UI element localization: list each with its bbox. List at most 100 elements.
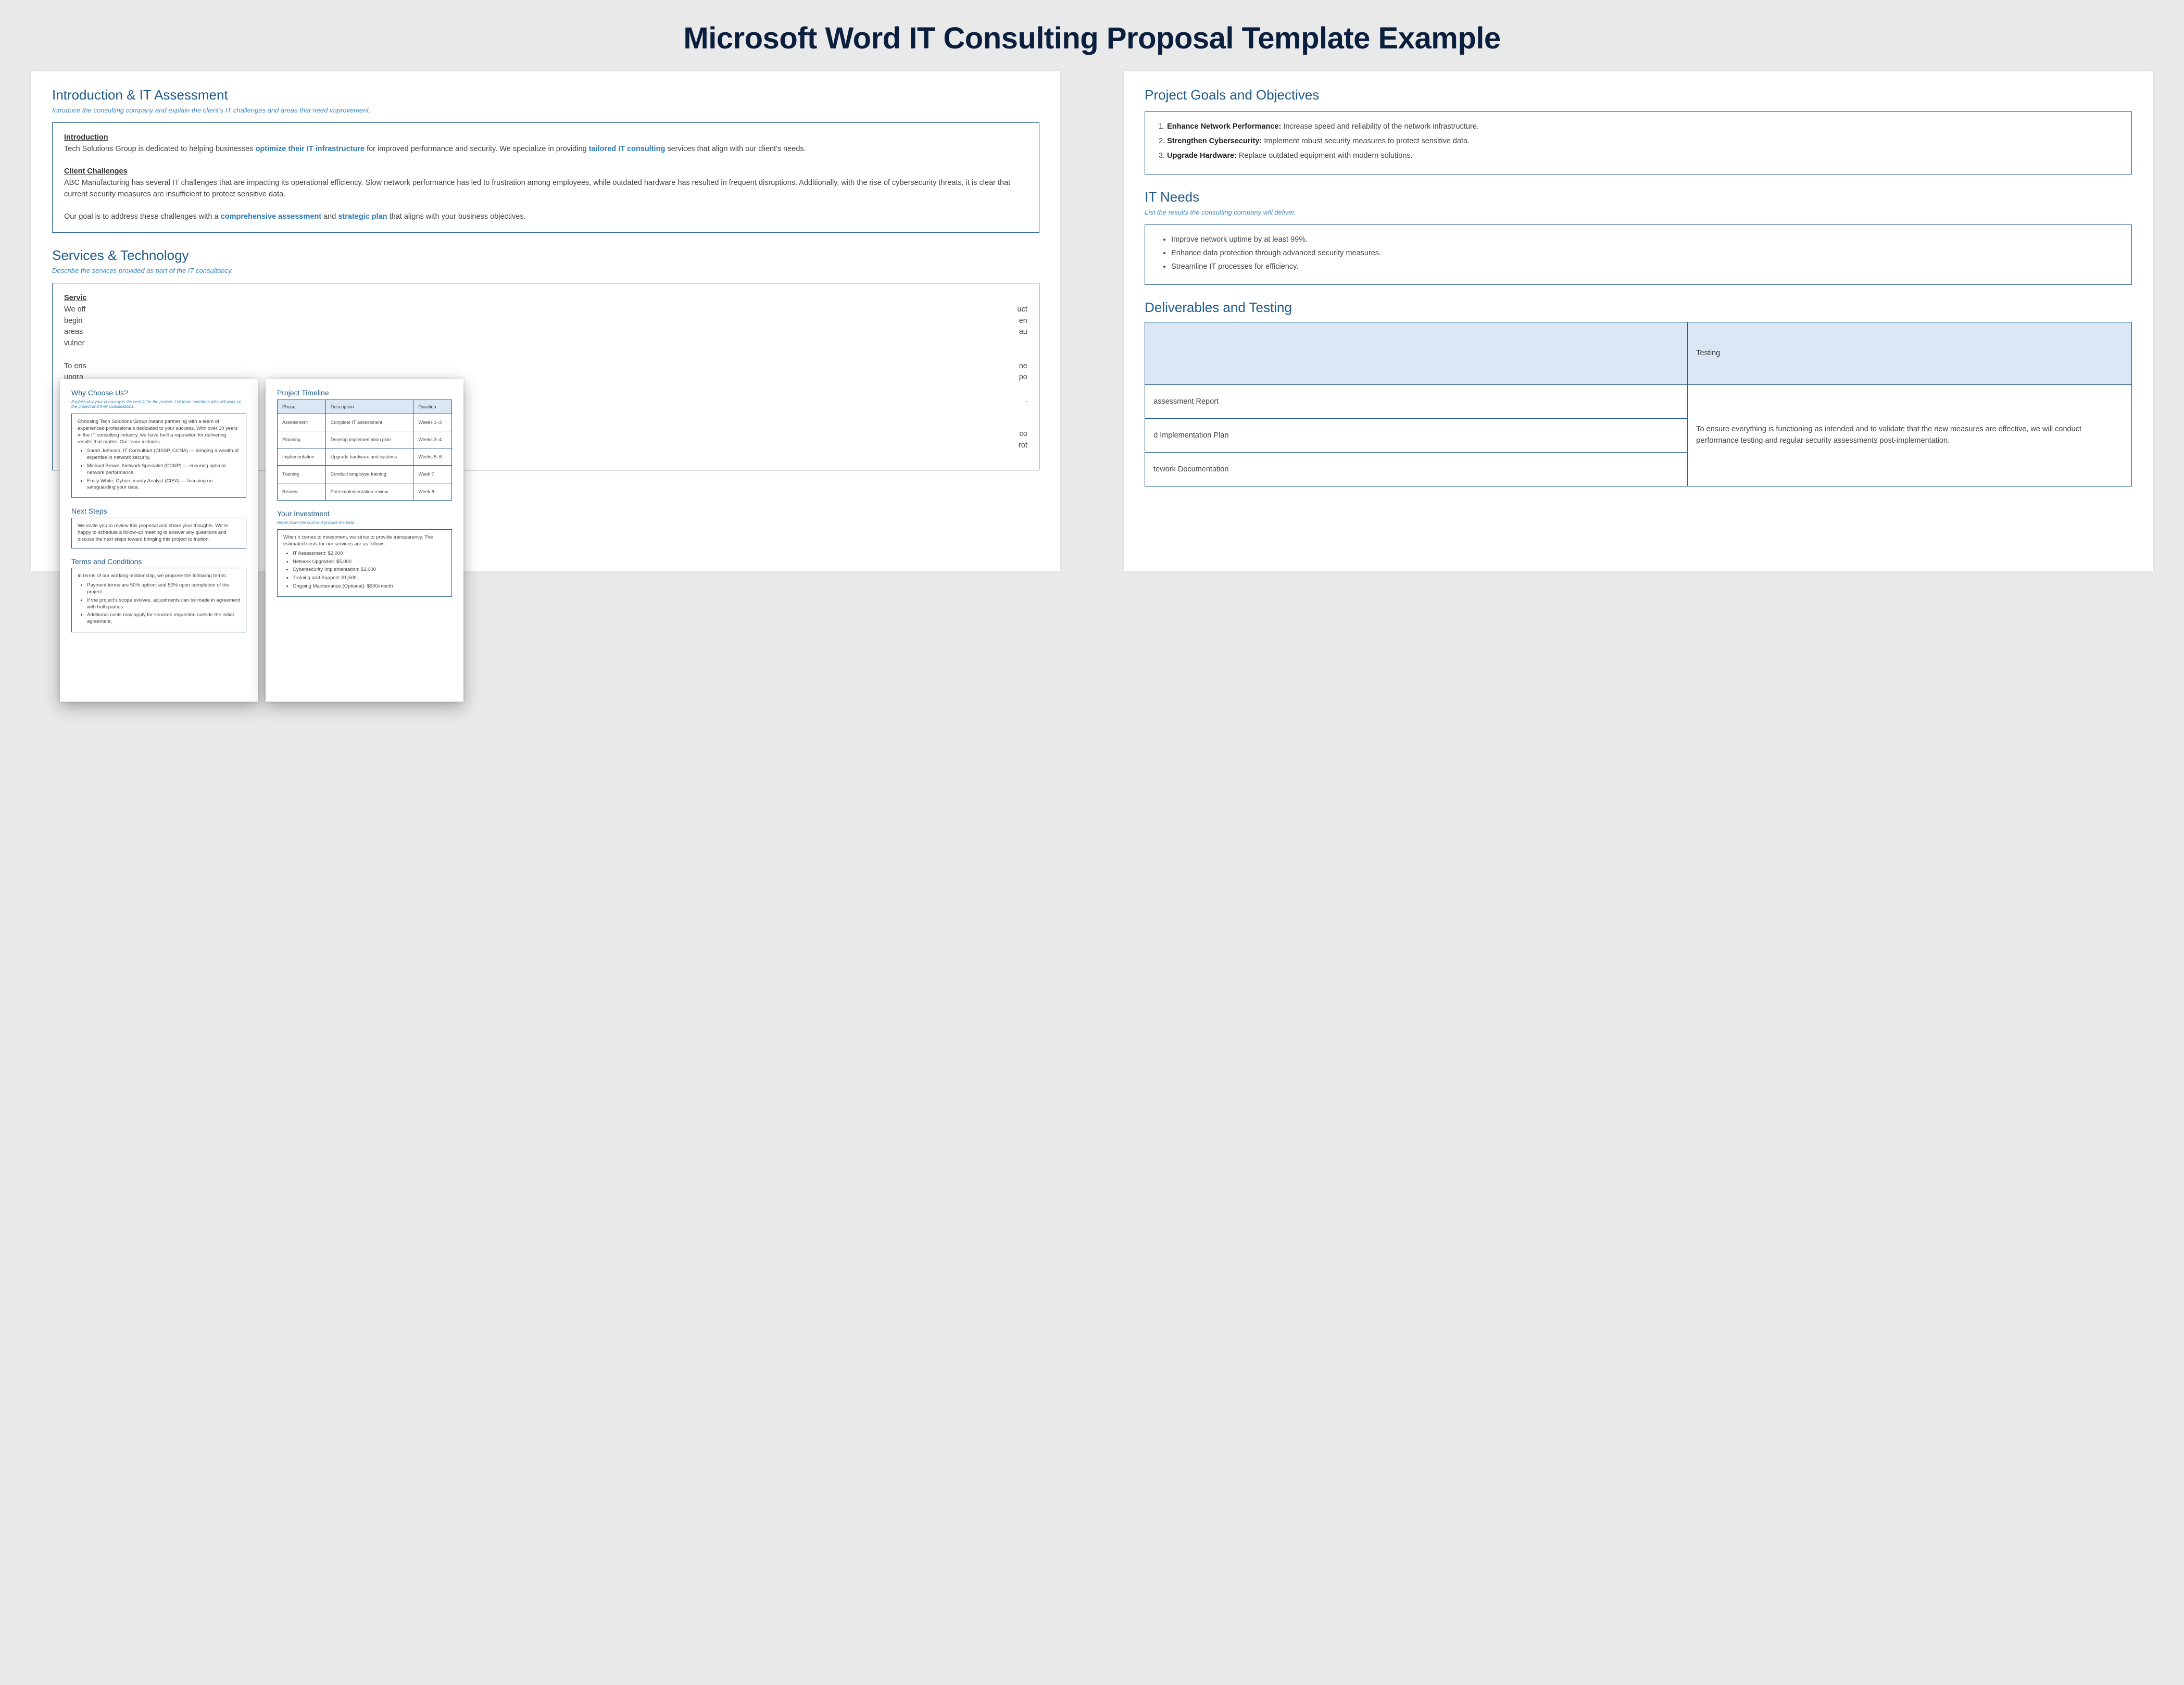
tl-cell: Week 7 (413, 466, 452, 483)
next-heading: Next Steps (71, 506, 246, 516)
terms-heading: Terms and Conditions (71, 557, 246, 567)
frag: uct (1018, 304, 1027, 316)
overlay-page-right: Project Timeline Phase Description Durat… (266, 379, 463, 702)
frag: . (1018, 395, 1027, 406)
t: for improved performance and security. W… (365, 145, 589, 153)
tl-cell: Implementation (278, 448, 326, 466)
terms-intro: In terms of our working relationship, we… (78, 573, 240, 580)
b: Upgrade Hardware: (1167, 152, 1237, 160)
frag: po (1018, 372, 1027, 383)
intro-para: Tech Solutions Group is dedicated to hel… (64, 144, 1027, 155)
investment-list: IT Assessment: $2,000 Network Upgrades: … (283, 551, 446, 590)
challenges-text: ABC Manufacturing has several IT challen… (64, 178, 1027, 201)
frag: en (1018, 316, 1027, 327)
why-heading: Why Choose Us? (71, 388, 246, 398)
t: and (321, 213, 338, 221)
goal-item: Upgrade Hardware: Replace outdated equip… (1167, 151, 2120, 162)
tl-cell: Week 8 (413, 483, 452, 500)
t: that aligns with your business objective… (387, 213, 526, 221)
terms-item: Additional costs may apply for services … (87, 612, 240, 626)
needs-sub: List the results the consulting company … (1145, 208, 2132, 216)
t: Replace outdated equipment with modern s… (1237, 152, 1413, 160)
tl-col: Description (325, 400, 413, 414)
intro-box: Introduction Tech Solutions Group is ded… (52, 122, 1039, 233)
need-item: Improve network uptime by at least 99%. (1171, 234, 2120, 246)
investment-sub: Break down the cost and provide the tota… (277, 520, 452, 526)
tl-cell: Weeks 3–4 (413, 431, 452, 448)
tl-cell: Upgrade hardware and systems (325, 448, 413, 466)
services-sub: Describe the services provided as part o… (52, 267, 1039, 274)
t: Our goal is to address these challenges … (64, 213, 221, 221)
investment-item: Cybersecurity Implementation: $3,000 (293, 567, 446, 573)
b: Enhance Network Performance: (1167, 122, 1281, 131)
deliverables-heading: Deliverables and Testing (1145, 299, 2132, 316)
timeline-heading: Project Timeline (277, 388, 452, 398)
t: Implement robust security measures to pr… (1262, 137, 1470, 145)
tl-cell: Planning (278, 431, 326, 448)
investment-item: Network Upgrades: $5,000 (293, 559, 446, 566)
why-sub: Explain why your company is the best fit… (71, 400, 246, 409)
frag: To ens (64, 361, 87, 372)
frag: We off (64, 304, 87, 316)
tl-cell: Weeks 1–2 (413, 414, 452, 431)
intro-heading: Introduction & IT Assessment (52, 87, 1039, 103)
tl-col: Phase (278, 400, 326, 414)
frag: vulner (64, 338, 87, 350)
tl-cell: Assessment (278, 414, 326, 431)
frag: areas (64, 327, 87, 338)
investment-item: Training and Support: $1,500 (293, 575, 446, 582)
hl: optimize their IT infrastructure (256, 145, 365, 153)
t: Increase speed and reliability of the ne… (1281, 122, 1479, 131)
terms-item: Payment terms are 50% upfront and 50% up… (87, 582, 240, 596)
intro-label: Introduction (64, 132, 1027, 144)
need-item: Streamline IT processes for efficiency. (1171, 261, 2120, 273)
services-heading: Services & Technology (52, 247, 1039, 264)
investment-intro: When it comes to investment, we strive t… (283, 534, 446, 548)
tl-cell: Post-implementation review (325, 483, 413, 500)
goal-item: Enhance Network Performance: Increase sp… (1167, 121, 2120, 133)
needs-list: Improve network uptime by at least 99%. … (1157, 234, 2120, 272)
frag: rot (1018, 440, 1027, 452)
goal-item: Strengthen Cybersecurity: Implement robu… (1167, 136, 2120, 147)
hl: comprehensive assessment (221, 213, 321, 221)
deliv-row: tework Documentation (1145, 452, 1688, 486)
needs-heading: IT Needs (1145, 189, 2132, 205)
deliv-row: d Implementation Plan (1145, 418, 1688, 452)
goal-para: Our goal is to address these challenges … (64, 211, 1027, 223)
why-intro: Choosing Tech Solutions Group means part… (78, 419, 240, 445)
t: services that align with our client's ne… (665, 145, 806, 153)
terms-list: Payment terms are 50% upfront and 50% up… (78, 582, 240, 626)
testing-cell: To ensure everything is functioning as i… (1688, 384, 2132, 486)
page-stack: Introduction & IT Assessment Introduce t… (31, 71, 2153, 728)
challenges-label: Client Challenges (64, 166, 1027, 178)
terms-item: If the project's scope evolves, adjustme… (87, 597, 240, 611)
why-box: Choosing Tech Solutions Group means part… (71, 414, 246, 498)
deliv-col-testing: Testing (1688, 322, 2132, 384)
team-list: Sarah Johnson, IT Consultant (CISSP, CCN… (78, 448, 240, 491)
tl-cell: Training (278, 466, 326, 483)
page-right: Project Goals and Objectives Enhance Net… (1124, 71, 2153, 571)
tl-col: Duration (413, 400, 452, 414)
frag: begin (64, 316, 87, 327)
goals-heading: Project Goals and Objectives (1145, 87, 2132, 103)
timeline-table: Phase Description Duration AssessmentCom… (277, 400, 452, 501)
page-title: Microsoft Word IT Consulting Proposal Te… (31, 21, 2153, 56)
next-box: We invite you to review this proposal an… (71, 518, 246, 548)
deliverables-table: Testing assessment Report To ensure ever… (1145, 322, 2132, 486)
hl: tailored IT consulting (589, 145, 666, 153)
tl-cell: Review (278, 483, 326, 500)
overlay-page-left: Why Choose Us? Explain why your company … (60, 379, 258, 702)
frag: ne (1018, 361, 1027, 372)
tl-cell: Develop implementation plan (325, 431, 413, 448)
tl-cell: Complete IT assessment (325, 414, 413, 431)
tl-cell: Conduct employee training (325, 466, 413, 483)
frag: au (1018, 327, 1027, 338)
tl-cell: Weeks 5–6 (413, 448, 452, 466)
t: Tech Solutions Group is dedicated to hel… (64, 145, 256, 153)
team-item: Sarah Johnson, IT Consultant (CISSP, CCN… (87, 448, 240, 461)
frag: co (1018, 429, 1027, 440)
team-item: Emily White, Cybersecurity Analyst (CISA… (87, 478, 240, 492)
hl: strategic plan (338, 213, 387, 221)
investment-item: IT Assessment: $2,000 (293, 551, 446, 557)
need-item: Enhance data protection through advanced… (1171, 248, 2120, 259)
